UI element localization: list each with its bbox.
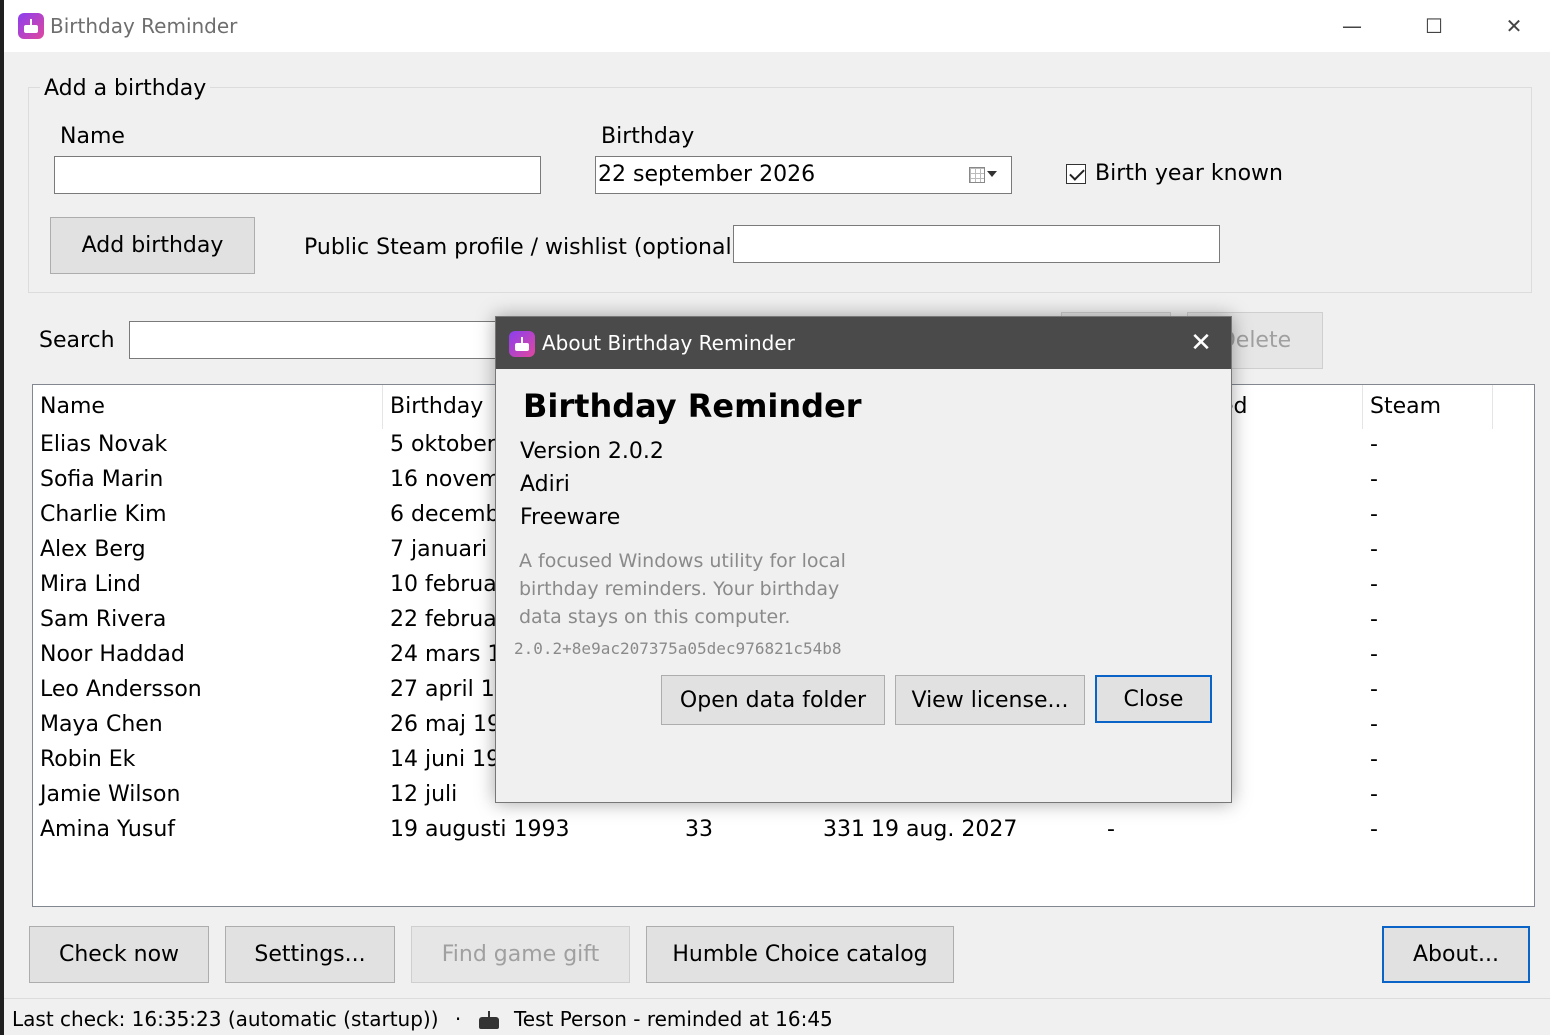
row-name: Sofia Marin	[40, 467, 164, 492]
row-steam: -	[1370, 642, 1378, 667]
last-check-text: Last check: 16:35:23 (automatic (startup…	[12, 1007, 439, 1031]
minimize-button[interactable]: —	[1312, 0, 1392, 52]
about-dialog-title-bar: About Birthday Reminder ✕	[496, 317, 1231, 369]
row-age: 33	[685, 817, 713, 842]
row-name: Alex Berg	[40, 537, 146, 562]
about-app-name: Birthday Reminder	[523, 387, 862, 425]
about-dialog-title: About Birthday Reminder	[542, 331, 795, 355]
close-icon[interactable]: ✕	[1185, 327, 1217, 359]
row-birthday: 27 april 19	[390, 677, 509, 702]
row-steam: -	[1370, 817, 1378, 842]
row-steam: -	[1370, 502, 1378, 527]
row-name: Charlie Kim	[40, 502, 167, 527]
about-license: Freeware	[520, 505, 621, 530]
birthday-date-value: 22 september 2026	[598, 162, 816, 187]
add-birthday-group-title: Add a birthday	[40, 76, 211, 101]
column-reminded[interactable]: ed	[1213, 385, 1363, 429]
row-reminded: -	[1107, 817, 1115, 842]
row-days: 331	[823, 817, 865, 842]
name-input[interactable]	[54, 156, 541, 194]
find-game-gift-button[interactable]: Find game gift	[411, 926, 630, 983]
search-input[interactable]	[129, 321, 509, 359]
status-bar: Last check: 16:35:23 (automatic (startup…	[4, 998, 1550, 1035]
row-steam: -	[1370, 677, 1378, 702]
row-steam: -	[1370, 747, 1378, 772]
about-description: A focused Windows utility for local birt…	[519, 550, 846, 628]
row-name: Jamie Wilson	[40, 782, 181, 807]
close-dialog-button[interactable]: Close	[1095, 675, 1212, 723]
birth-year-known-label: Birth year known	[1095, 161, 1283, 186]
row-birthday: 22 februari	[390, 607, 512, 632]
column-steam[interactable]: Steam	[1363, 385, 1493, 429]
row-steam: -	[1370, 537, 1378, 562]
about-version: Version 2.0.2	[520, 439, 664, 464]
row-name: Amina Yusuf	[40, 817, 176, 842]
window-title: Birthday Reminder	[50, 14, 238, 38]
column-name[interactable]: Name	[33, 385, 383, 429]
row-birthday: 10 februari	[390, 572, 512, 597]
row-name: Maya Chen	[40, 712, 163, 737]
row-name: Noor Haddad	[40, 642, 185, 667]
title-bar: Birthday Reminder — ☐ ✕	[4, 0, 1550, 52]
row-steam: -	[1370, 467, 1378, 492]
cake-icon	[478, 1011, 500, 1029]
row-name: Sam Rivera	[40, 607, 167, 632]
add-birthday-button[interactable]: Add birthday	[50, 217, 255, 274]
open-data-folder-button[interactable]: Open data folder	[661, 675, 885, 725]
search-label: Search	[39, 328, 115, 353]
app-cake-icon	[509, 331, 535, 357]
birth-year-known-checkbox[interactable]	[1066, 164, 1086, 184]
birthday-date-picker[interactable]: 22 september 2026	[595, 156, 1012, 194]
close-button[interactable]: ✕	[1474, 0, 1550, 52]
steam-profile-label: Public Steam profile / wishlist (optiona…	[304, 235, 748, 260]
row-birthday: 19 augusti 1993	[390, 817, 570, 842]
row-steam: -	[1370, 712, 1378, 737]
row-steam: -	[1370, 782, 1378, 807]
status-separator: ·	[454, 1007, 462, 1031]
about-author: Adiri	[520, 472, 570, 497]
about-build-hash: 2.0.2+8e9ac207375a05dec976821c54b8	[514, 639, 842, 658]
row-steam: -	[1370, 572, 1378, 597]
maximize-button[interactable]: ☐	[1394, 0, 1474, 52]
settings-button[interactable]: Settings...	[225, 926, 395, 983]
row-name: Robin Ek	[40, 747, 136, 772]
row-birthday: 12 juli	[390, 782, 458, 807]
calendar-dropdown-icon[interactable]	[969, 166, 997, 184]
row-name: Mira Lind	[40, 572, 141, 597]
table-row[interactable]: Amina Yusuf 19 augusti 1993 33 331 19 au…	[33, 812, 1534, 847]
about-dialog: About Birthday Reminder ✕ Birthday Remin…	[495, 316, 1232, 803]
about-button[interactable]: About...	[1382, 926, 1530, 983]
birthday-label: Birthday	[601, 124, 695, 149]
row-name: Elias Novak	[40, 432, 168, 457]
humble-choice-button[interactable]: Humble Choice catalog	[646, 926, 954, 983]
row-next-birthday: 19 aug. 2027	[871, 817, 1018, 842]
row-steam: -	[1370, 607, 1378, 632]
app-cake-icon	[18, 13, 44, 39]
view-license-button[interactable]: View license...	[895, 675, 1085, 725]
row-name: Leo Andersson	[40, 677, 202, 702]
reminder-text: Test Person - reminded at 16:45	[513, 1007, 833, 1031]
name-label: Name	[60, 124, 125, 149]
check-now-button[interactable]: Check now	[29, 926, 209, 983]
steam-profile-input[interactable]	[733, 225, 1220, 263]
row-steam: -	[1370, 432, 1378, 457]
